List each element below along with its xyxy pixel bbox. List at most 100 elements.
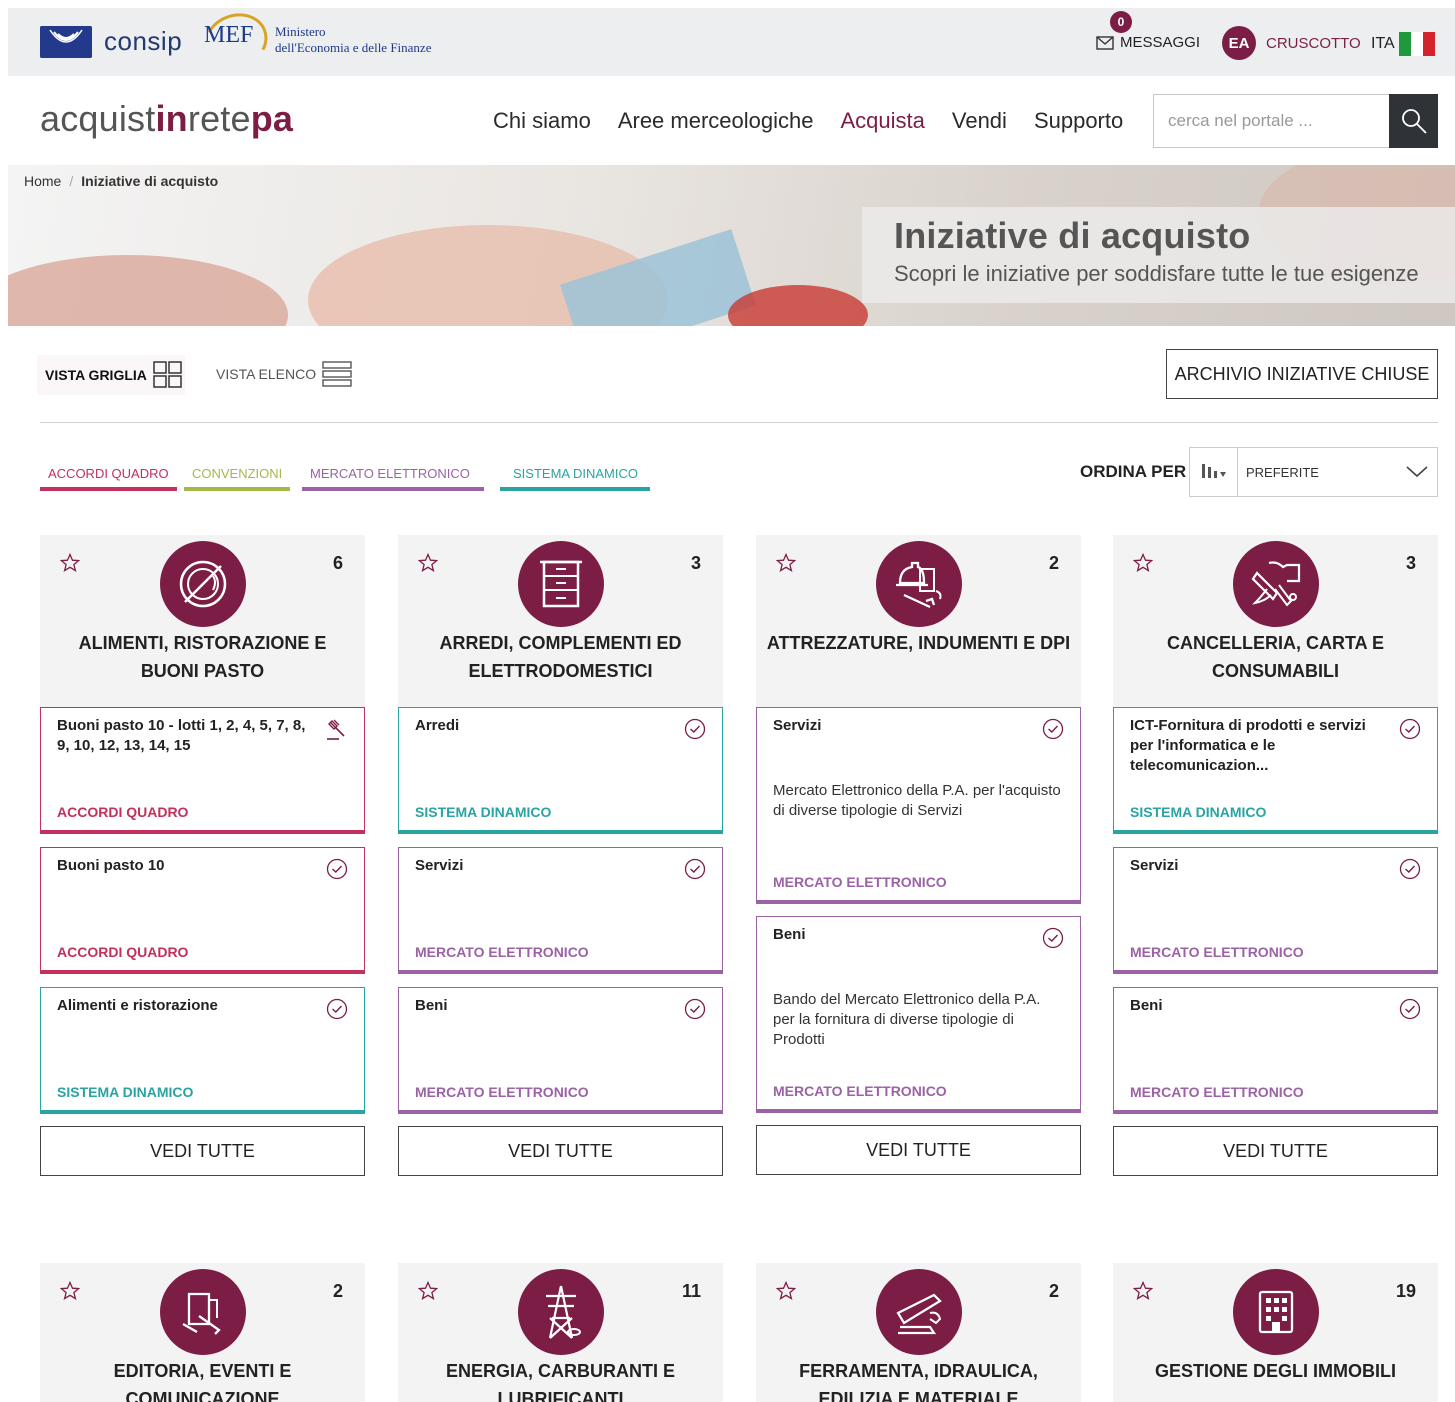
card-header: 6 ALIMENTI, RISTORAZIONE E BUONI PASTO xyxy=(40,535,365,707)
star-icon[interactable] xyxy=(418,553,438,573)
item-type: SISTEMA DINAMICO xyxy=(1130,804,1267,820)
nav-acquista[interactable]: Acquista xyxy=(840,108,924,134)
user-dashboard[interactable]: EA CRUSCOTTO xyxy=(1222,26,1361,60)
sort-dropdown[interactable]: PREFERITE xyxy=(1189,447,1438,497)
page-title: Iniziative di acquisto xyxy=(894,215,1251,256)
check-circle-icon xyxy=(1042,927,1064,949)
dashboard-link[interactable]: CRUSCOTTO xyxy=(1266,35,1361,52)
consip-logo-text[interactable]: consip xyxy=(104,26,182,57)
list-item[interactable]: Alimenti e ristorazione SISTEMA DINAMICO xyxy=(40,987,365,1114)
list-item[interactable]: ICT-Fornitura di prodotti e servizi per … xyxy=(1113,707,1438,834)
breadcrumb: Home / Iniziative di acquisto xyxy=(24,173,219,189)
messages-link[interactable]: MESSAGGI xyxy=(1096,34,1200,51)
list-item[interactable]: Servizi MERCATO ELETTRONICO xyxy=(398,847,723,974)
list-item[interactable]: Arredi SISTEMA DINAMICO xyxy=(398,707,723,834)
nav-chi-siamo[interactable]: Chi siamo xyxy=(493,108,591,134)
tools-icon xyxy=(876,541,962,627)
card-count: 6 xyxy=(332,553,343,573)
list-item[interactable]: Buoni pasto 10 ACCORDI QUADRO xyxy=(40,847,365,974)
item-type: MERCATO ELETTRONICO xyxy=(1130,1084,1304,1100)
card-title[interactable]: ARREDI, COMPLEMENTI ED ELETTRODOMESTICI xyxy=(408,629,713,685)
grid-view-toggle[interactable]: VISTA GRIGLIA xyxy=(37,355,185,395)
nav-vendi[interactable]: Vendi xyxy=(952,108,1007,134)
card-count: 2 xyxy=(1048,553,1059,573)
check-circle-icon xyxy=(1399,858,1421,880)
power-pylon-icon xyxy=(518,1269,604,1355)
messages-label: MESSAGGI xyxy=(1120,34,1201,51)
search-icon xyxy=(1401,109,1427,134)
item-type: MERCATO ELETTRONICO xyxy=(415,944,589,960)
star-icon[interactable] xyxy=(776,1281,796,1301)
auction-gavel-icon xyxy=(327,719,345,740)
view-all-button[interactable]: VEDI TUTTE xyxy=(398,1126,723,1176)
filter-accordi-quadro[interactable]: ACCORDI QUADRO xyxy=(40,466,177,491)
card-header: 2 FERRAMENTA, IDRAULICA, EDILIZIA E MATE… xyxy=(756,1263,1081,1402)
cabinet-icon xyxy=(518,541,604,627)
hero-text-box: Iniziative di acquisto Scopri le iniziat… xyxy=(862,207,1455,303)
avatar[interactable]: EA xyxy=(1222,26,1256,60)
view-all-button[interactable]: VEDI TUTTE xyxy=(40,1126,365,1176)
view-all-button[interactable]: VEDI TUTTE xyxy=(1113,1126,1438,1176)
nav-aree-merceologiche[interactable]: Aree merceologiche xyxy=(618,108,814,134)
card-header: 2 EDITORIA, EVENTI E COMUNICAZIONE xyxy=(40,1263,365,1402)
list-view-toggle[interactable]: VISTA ELENCO xyxy=(216,360,352,388)
sort-value: PREFERITE xyxy=(1246,464,1319,480)
list-icon xyxy=(322,361,352,387)
filter-sistema-dinamico[interactable]: SISTEMA DINAMICO xyxy=(500,466,650,491)
check-circle-icon xyxy=(326,858,348,880)
hero-image-shape xyxy=(8,255,288,326)
star-icon[interactable] xyxy=(1133,553,1153,573)
search-input[interactable] xyxy=(1154,95,1389,147)
food-plate-icon xyxy=(160,541,246,627)
card-title[interactable]: CANCELLERIA, CARTA E CONSUMABILI xyxy=(1123,629,1428,685)
grid-icon xyxy=(153,361,182,388)
check-circle-icon xyxy=(684,858,706,880)
list-item[interactable]: Beni MERCATO ELETTRONICO xyxy=(1113,987,1438,1114)
list-item[interactable]: Servizi MERCATO ELETTRONICO xyxy=(1113,847,1438,974)
card-title[interactable]: ENERGIA, CARBURANTI E LUBRIFICANTI xyxy=(408,1357,713,1402)
list-item[interactable]: Beni MERCATO ELETTRONICO xyxy=(398,987,723,1114)
page-subtitle: Scopri le iniziative per soddisfare tutt… xyxy=(894,261,1419,286)
card-title[interactable]: ALIMENTI, RISTORAZIONE E BUONI PASTO xyxy=(50,629,355,685)
language-label: ITA xyxy=(1371,35,1395,52)
star-icon[interactable] xyxy=(1133,1281,1153,1301)
archive-closed-button[interactable]: ARCHIVIO INIZIATIVE CHIUSE xyxy=(1166,349,1438,399)
list-item[interactable]: Buoni pasto 10 - lotti 1, 2, 4, 5, 7, 8,… xyxy=(40,707,365,834)
list-item[interactable]: Beni Bando del Mercato Elettronico della… xyxy=(756,916,1081,1113)
star-icon[interactable] xyxy=(418,1281,438,1301)
mef-logo[interactable]: MEF xyxy=(204,22,253,49)
sort-label: ORDINA PER xyxy=(1080,462,1187,481)
check-circle-icon xyxy=(684,718,706,740)
mef-description: Ministero dell'Economia e delle Finanze xyxy=(275,24,432,55)
language-selector[interactable]: ITA xyxy=(1371,32,1435,56)
item-type: ACCORDI QUADRO xyxy=(57,944,189,960)
consip-logo-icon[interactable] xyxy=(40,26,92,58)
nav-supporto[interactable]: Supporto xyxy=(1034,108,1123,134)
hardware-tools-icon xyxy=(876,1269,962,1355)
item-type: MERCATO ELETTRONICO xyxy=(773,1083,947,1099)
brand-logo[interactable]: acquistinretepa xyxy=(40,98,293,140)
top-bar: consip MEF Ministero dell'Economia e del… xyxy=(8,4,1455,78)
hero-banner: Home / Iniziative di acquisto Iniziative d… xyxy=(8,165,1455,326)
card-title[interactable]: EDITORIA, EVENTI E COMUNICAZIONE xyxy=(50,1357,355,1402)
filter-convenzioni[interactable]: CONVENZIONI xyxy=(184,466,291,491)
breadcrumb-home[interactable]: Home xyxy=(24,173,61,189)
check-circle-icon xyxy=(1399,718,1421,740)
card-title[interactable]: ATTREZZATURE, INDUMENTI E DPI xyxy=(766,629,1071,657)
main-nav: Chi siamo Aree merceologiche Acquista Ve… xyxy=(493,108,1123,134)
star-icon[interactable] xyxy=(776,553,796,573)
item-type: MERCATO ELETTRONICO xyxy=(1130,944,1304,960)
check-circle-icon xyxy=(1042,718,1064,740)
card-title[interactable]: FERRAMENTA, IDRAULICA, EDILIZIA E MATERI… xyxy=(766,1357,1071,1402)
search-button[interactable] xyxy=(1389,94,1438,148)
item-type: MERCATO ELETTRONICO xyxy=(415,1084,589,1100)
book-icon xyxy=(160,1269,246,1355)
view-all-button[interactable]: VEDI TUTTE xyxy=(756,1125,1081,1175)
filter-mercato-elettronico[interactable]: MERCATO ELETTRONICO xyxy=(302,466,484,491)
card-title[interactable]: GESTIONE DEGLI IMMOBILI xyxy=(1123,1357,1428,1385)
star-icon[interactable] xyxy=(60,1281,80,1301)
star-icon[interactable] xyxy=(60,553,80,573)
card-header: 2 ATTREZZATURE, INDUMENTI E DPI xyxy=(756,535,1081,707)
stationery-icon xyxy=(1233,541,1319,627)
list-item[interactable]: Servizi Mercato Elettronico della P.A. p… xyxy=(756,707,1081,904)
